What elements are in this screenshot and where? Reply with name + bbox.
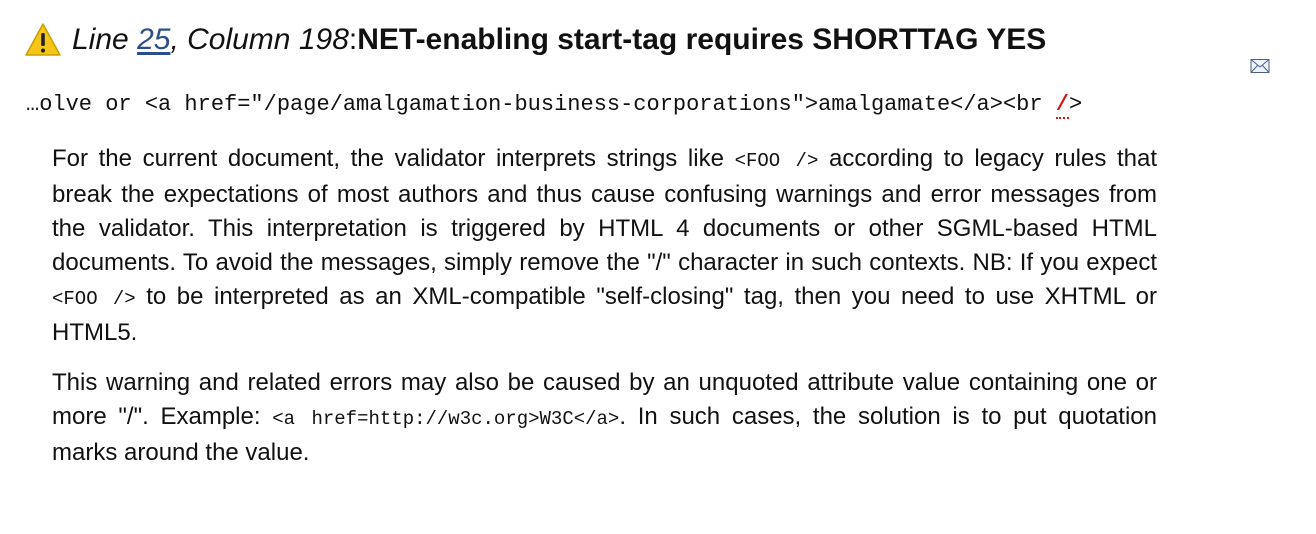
location-separator: , xyxy=(170,23,188,56)
explanation-paragraph-2: This warning and related errors may also… xyxy=(52,366,1157,470)
explanation-text: to be interpreted as an XML-compatible "… xyxy=(52,283,1157,346)
envelope-icon[interactable] xyxy=(1250,58,1270,74)
explanation: For the current document, the validator … xyxy=(52,142,1157,486)
source-extract: …olve or <a href="/page/amalgamation-bus… xyxy=(26,88,1082,122)
message-header: Line 25, Column 198: NET-enabling start-… xyxy=(24,18,1046,62)
message-title: NET-enabling start-tag requires SHORTTAG… xyxy=(357,23,1047,56)
message-location: Line 25, Column 198 xyxy=(72,18,349,62)
extract-after: > xyxy=(1068,92,1083,117)
extract-before: …olve or <a href="/page/amalgamation-bus… xyxy=(26,92,1056,117)
column-label: Column 198 xyxy=(187,23,349,56)
message-separator: : xyxy=(348,23,358,56)
error-highlight: / xyxy=(1055,92,1069,119)
code-sample: <FOO /> xyxy=(734,150,819,172)
warning-icon xyxy=(24,21,62,59)
line-number-link[interactable]: 25 xyxy=(137,23,170,56)
line-label: Line xyxy=(72,23,129,56)
code-example: <a href=http://w3c.org>W3C</a> xyxy=(272,408,620,430)
explanation-paragraph-1: For the current document, the validator … xyxy=(52,142,1157,350)
explanation-text: For the current document, the validator … xyxy=(52,145,735,172)
code-sample: <FOO /> xyxy=(52,288,136,310)
